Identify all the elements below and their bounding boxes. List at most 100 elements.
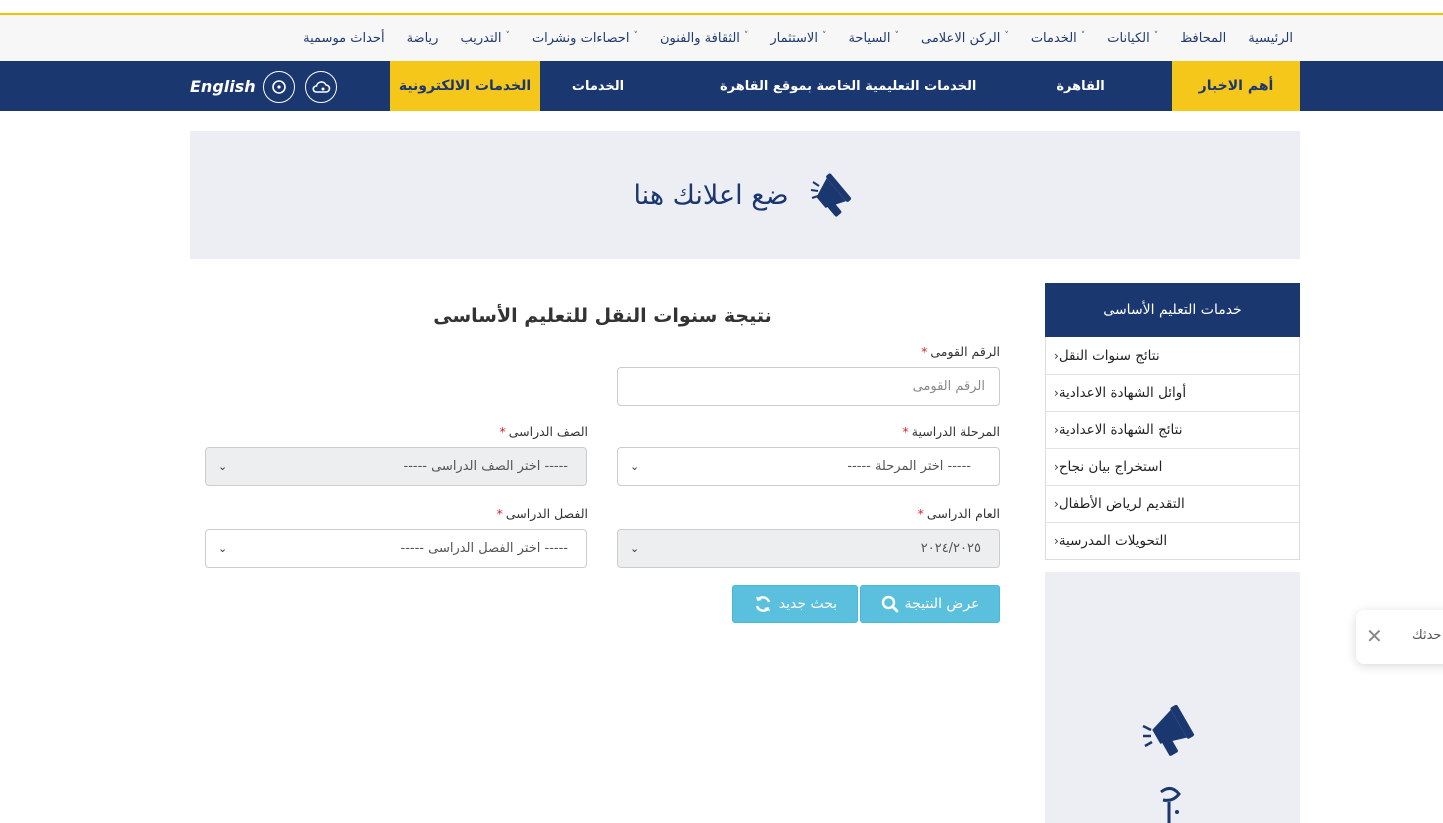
term-label: الفصل الدراسى* xyxy=(288,506,588,521)
top-nav-label: المحافظ xyxy=(1180,30,1227,46)
label-text: الفصل الدراسى xyxy=(505,506,588,521)
top-nav-item[interactable]: الخدمات ˅ xyxy=(1031,31,1085,46)
label-text: الرقم القومى xyxy=(930,344,1000,359)
top-nav-item[interactable]: الكيانات ˅ xyxy=(1107,31,1158,46)
language-switch[interactable]: English xyxy=(190,61,256,111)
top-nav-item[interactable]: الاستثمار ˅ xyxy=(770,31,826,46)
new-search-button[interactable]: بحث جديد xyxy=(732,585,858,623)
e-services-button[interactable]: الخدمات الالكترونية xyxy=(390,61,540,111)
refresh-icon xyxy=(755,596,770,612)
chevron-down-icon: ⌄ xyxy=(218,460,228,473)
chevron-down-icon: ˅ xyxy=(1004,31,1009,41)
chevron-left-icon: ‹ xyxy=(1054,386,1059,400)
top-nav-item[interactable]: الركن الاعلامى ˅ xyxy=(921,31,1009,46)
chevron-down-icon: ˅ xyxy=(894,31,900,41)
chevron-left-icon: ‹ xyxy=(1054,460,1059,474)
ad-text: ضع اعلانك هنا xyxy=(633,179,789,211)
top-nav-item[interactable]: الرئيسية xyxy=(1248,31,1293,46)
chevron-down-icon: ˅ xyxy=(1080,31,1086,41)
year-label: العام الدراسى* xyxy=(700,506,1000,521)
ticker-item[interactable]: الخدمات التعليمية الخاصة بموقع القاهرة xyxy=(720,79,976,94)
sidebar-item[interactable]: أوائل الشهادة الاعدادية ‹ xyxy=(1046,374,1299,411)
grade-label: الصف الدراسى* xyxy=(288,424,588,439)
chevron-left-icon: ‹ xyxy=(1054,348,1059,363)
megaphone-icon xyxy=(810,173,851,217)
required-mark: * xyxy=(902,424,909,439)
national-id-label: الرقم القومى* xyxy=(700,344,1000,359)
cloud-icon xyxy=(312,81,331,93)
label-text: الصف الدراسى xyxy=(508,424,588,439)
required-mark: * xyxy=(496,506,503,521)
ticker-item[interactable]: موقع القاهرة xyxy=(1056,79,1110,94)
sidebar-item-label: نتائج الشهادة الاعدادية xyxy=(1058,422,1183,438)
national-id-placeholder: الرقم القومى xyxy=(912,379,985,394)
top-nav-label: التدريب xyxy=(460,30,502,46)
sidebar-item[interactable]: استخراج بيان نجاح ‹ xyxy=(1046,448,1299,485)
sidebar-item-label: نتائج سنوات النقل xyxy=(1058,347,1160,364)
sidebar-item-label: استخراج بيان نجاح xyxy=(1058,459,1163,475)
top-nav-item[interactable]: التدريب ˅ xyxy=(460,31,509,46)
chevron-down-icon: ˅ xyxy=(633,31,638,41)
chat-popup-text: حدثك xyxy=(1412,628,1442,643)
services-link[interactable]: الخدمات xyxy=(556,61,640,111)
sidebar-item[interactable]: التحويلات المدرسية ‹ xyxy=(1046,522,1299,559)
top-nav-label: رياضة xyxy=(406,30,439,46)
top-nav-label: الكيانات xyxy=(1107,30,1150,46)
stage-label: المرحلة الدراسية* xyxy=(700,424,1001,439)
label-text: المرحلة الدراسية xyxy=(911,424,1000,439)
top-nav-item[interactable]: رياضة xyxy=(407,31,439,46)
required-mark: * xyxy=(921,344,928,359)
sidebar-item[interactable]: نتائج سنوات النقل ‹ xyxy=(1046,337,1299,374)
sidebar-item[interactable]: التقديم لرياض الأطفال ‹ xyxy=(1046,485,1299,522)
close-icon[interactable]: ✕ xyxy=(1366,624,1383,648)
megaphone-icon xyxy=(1142,704,1194,756)
top-nav-label: الركن الاعلامى xyxy=(921,30,1001,46)
sidebar: خدمات التعليم الأساسى نتائج سنوات النقل ‹… xyxy=(1045,283,1300,560)
chevron-left-icon: ‹ xyxy=(1054,534,1059,548)
ad-vertical-text-fragment xyxy=(1160,787,1181,823)
top-nav-item[interactable]: المحافظ xyxy=(1180,31,1226,46)
clock-icon xyxy=(272,80,286,94)
chevron-left-icon: ‹ xyxy=(1054,423,1059,437)
new-search-label: بحث جديد xyxy=(778,596,838,612)
main-bar: أهم الاخبار موقع القاهرة الخدمات التعليم… xyxy=(0,61,1443,111)
top-nav-label: احصاءات ونشرات xyxy=(531,30,630,46)
sidebar-item-label: التقديم لرياض الأطفال xyxy=(1058,496,1185,512)
national-id-input[interactable]: الرقم القومى xyxy=(617,367,1000,406)
top-nav-item[interactable]: السياحة ˅ xyxy=(848,31,899,46)
term-selected: ----- اختر الفصل الدراسى ----- xyxy=(400,541,568,556)
top-nav-item[interactable]: الثقافة والفنون ˅ xyxy=(660,31,748,46)
top-nav-item[interactable]: أحداث موسمية xyxy=(303,31,384,46)
chevron-down-icon: ˅ xyxy=(505,31,510,41)
label-text: العام الدراسى xyxy=(926,506,1000,521)
chevron-down-icon: ⌄ xyxy=(630,542,640,555)
top-nav-label: أحداث موسمية xyxy=(303,30,385,46)
grade-selected: ----- اختر الصف الدراسى ----- xyxy=(403,459,569,474)
search-icon xyxy=(881,595,898,613)
term-select[interactable]: ----- اختر الفصل الدراسى ----- ⌄ xyxy=(205,529,587,568)
top-nav-list: الرئيسية المحافظ الكيانات ˅ الخدمات ˅ الركن ال… xyxy=(0,15,1443,61)
show-result-button[interactable]: عرض النتيجة xyxy=(860,585,1000,623)
top-nav-label: الاستثمار xyxy=(770,30,818,46)
year-selected: ٢٠٢٤/٢٠٢٥ xyxy=(920,541,981,556)
weather-button[interactable] xyxy=(305,71,337,103)
clock-button[interactable] xyxy=(263,71,295,103)
form-title: نتيجة سنوات النقل للتعليم الأساسى xyxy=(433,305,772,327)
news-ticker: موقع القاهرة الخدمات التعليمية الخاصة بم… xyxy=(640,61,1110,111)
sidebar-heading: خدمات التعليم الأساسى xyxy=(1045,283,1300,337)
ad-banner[interactable]: ضع اعلانك هنا xyxy=(190,131,1300,259)
stage-select[interactable]: ----- اختر المرحلة ----- ⌄ xyxy=(617,447,1000,486)
top-nav-item[interactable]: احصاءات ونشرات ˅ xyxy=(532,31,638,46)
sidebar-item[interactable]: نتائج الشهادة الاعدادية ‹ xyxy=(1046,411,1299,448)
grade-select[interactable]: ----- اختر الصف الدراسى ----- ⌄ xyxy=(205,447,587,486)
required-mark: * xyxy=(499,424,506,439)
year-select[interactable]: ٢٠٢٤/٢٠٢٥ ⌄ xyxy=(617,529,1000,568)
side-ad-banner[interactable] xyxy=(1045,572,1300,823)
sidebar-item-label: التحويلات المدرسية xyxy=(1058,533,1168,549)
sidebar-item-label: أوائل الشهادة الاعدادية xyxy=(1058,385,1187,401)
chevron-down-icon: ⌄ xyxy=(218,542,228,555)
chat-popup[interactable]: ✕ حدثك xyxy=(1356,610,1443,664)
top-navigation: الرئيسية المحافظ الكيانات ˅ الخدمات ˅ الركن ال… xyxy=(0,15,1443,61)
top-nav-label: الثقافة والفنون xyxy=(659,30,740,46)
show-result-label: عرض النتيجة xyxy=(904,596,980,612)
